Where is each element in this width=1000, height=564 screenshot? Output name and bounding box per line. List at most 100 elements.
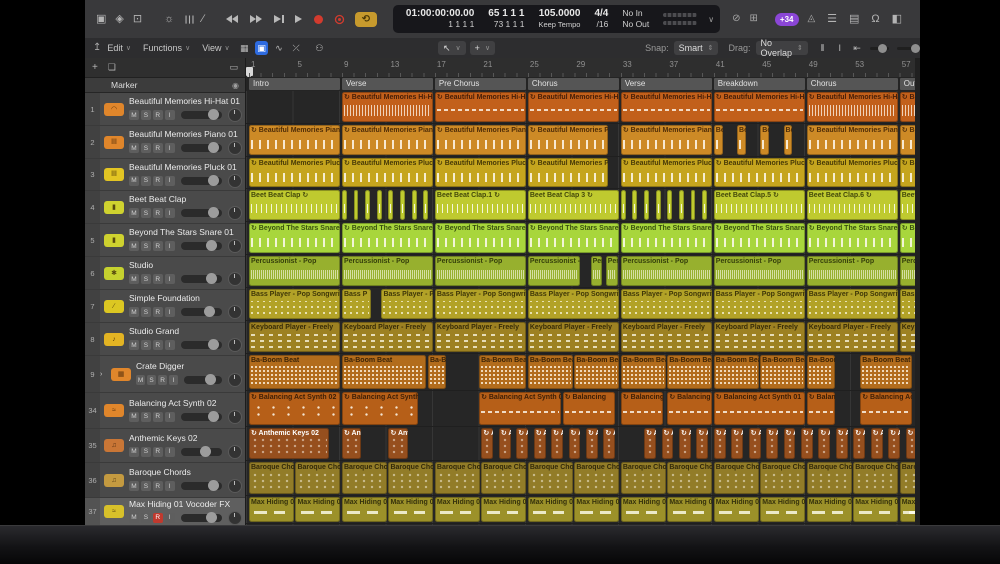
region[interactable]: Percussionist - Pop — [621, 256, 712, 286]
region[interactable]: Baroque Chords — [388, 462, 433, 494]
record-enable-button[interactable]: R — [153, 110, 163, 120]
marker-global-track[interactable]: Marker ◉ — [85, 78, 245, 93]
region[interactable] — [621, 190, 626, 220]
track-name[interactable]: Studio Grand — [129, 326, 245, 336]
region[interactable]: Keyboard Player - Freely — [342, 322, 433, 352]
arrangement-marker[interactable]: Intro — [249, 78, 340, 90]
record-enable-button[interactable]: R — [153, 208, 163, 218]
solo-button[interactable]: S — [141, 110, 151, 120]
track-header[interactable]: 3‖‖Beautiful Memories Pluck 01MSRI — [85, 159, 245, 191]
pan-knob[interactable] — [228, 445, 242, 459]
mute-button[interactable]: M — [129, 412, 139, 422]
waveform-zoom-icon[interactable]: ⦀ — [816, 41, 829, 55]
region[interactable]: Bass Player - Pop Songwriter — [807, 289, 898, 319]
volume-slider[interactable] — [181, 514, 222, 522]
region[interactable]: Max Hiding 01 V — [760, 497, 805, 522]
track-name[interactable]: Balancing Act Synth 02 — [129, 398, 245, 408]
region[interactable]: Baroque Chords — [714, 462, 759, 494]
library-icon[interactable]: ▣ — [96, 14, 106, 25]
track-lane[interactable]: ↻ Anthemic Keys 02↻ Anthe↻ Anthe↻ Anthe↻… — [246, 427, 920, 461]
region[interactable] — [342, 190, 347, 220]
track-header[interactable]: 5▮Beyond The Stars Snare 01MSRI — [85, 224, 245, 257]
duplicate-track-button[interactable]: ❏ — [108, 62, 116, 73]
sound-library-icon[interactable]: ◬ — [808, 14, 816, 24]
region[interactable]: ↻ Anthe — [603, 428, 615, 459]
vertical-zoom-slider[interactable] — [870, 47, 889, 50]
region[interactable]: Max Hiding 01 V — [574, 497, 619, 522]
region[interactable] — [354, 190, 359, 220]
region[interactable]: Percussionist - Pop — [714, 256, 805, 286]
region[interactable]: ↻ Beyond The Stars Snare 02.1 — [528, 223, 619, 253]
volume-slider[interactable] — [181, 209, 222, 217]
record-enable-button[interactable]: R — [153, 481, 163, 491]
region[interactable]: ↻ Anthe — [784, 428, 796, 459]
volume-slider[interactable] — [181, 448, 222, 456]
region[interactable]: ↻ Beautiful Memories Pluck 02.2 — [621, 158, 712, 187]
region[interactable] — [388, 190, 393, 220]
cycle-button[interactable]: ⟲ — [355, 12, 377, 27]
region[interactable]: ↻ Beyond The Stars Snare 02.2 — [621, 223, 712, 253]
record-enable-button[interactable]: R — [153, 447, 163, 457]
input-monitor-button[interactable]: I — [165, 274, 175, 284]
region[interactable] — [656, 190, 661, 220]
stop-button[interactable] — [273, 14, 284, 24]
record-enable-button[interactable]: R — [153, 241, 163, 251]
edit-menu[interactable]: Edit∨ — [107, 43, 131, 53]
solo-button[interactable]: S — [141, 513, 151, 523]
region[interactable]: ↻ Anthe — [342, 428, 361, 459]
region[interactable]: Max Hiding 01 V — [342, 497, 387, 522]
region[interactable]: ↻ Beautiful Memories Pluck 01.1 — [342, 158, 433, 187]
region[interactable]: Percussionist - Pop — [807, 256, 898, 286]
solo-button[interactable]: S — [141, 176, 151, 186]
input-monitor-button[interactable]: I — [165, 412, 175, 422]
mute-button[interactable]: M — [129, 241, 139, 251]
solo-button[interactable]: S — [141, 447, 151, 457]
mute-button[interactable]: M — [129, 110, 139, 120]
region[interactable]: Baroque Chords — [528, 462, 573, 494]
track-header-config-icon[interactable]: ▭ — [229, 62, 238, 73]
region[interactable]: Ba-Boom Beat — [667, 355, 712, 389]
input-monitor-button[interactable]: I — [165, 143, 175, 153]
track-lane[interactable]: Percussionist - PopPercussionist - PopPe… — [246, 255, 920, 288]
track-name[interactable]: Crate Digger — [136, 361, 245, 371]
record-enable-button[interactable]: R — [153, 176, 163, 186]
command-tool-menu[interactable]: +∨ — [470, 41, 495, 55]
region[interactable]: ↻ Beautiful Memories Hi-Hat 02.1 — [528, 92, 619, 122]
region[interactable] — [691, 190, 696, 220]
pan-knob[interactable] — [228, 511, 242, 525]
region[interactable]: ↻ Anthe — [662, 428, 674, 459]
horizontal-zoom-slider[interactable] — [897, 47, 916, 50]
region[interactable]: Be — [784, 125, 793, 155]
track-lane[interactable]: ↻ Beautiful Memories Pluck 01↻ Beautiful… — [246, 157, 920, 189]
region[interactable]: ↻ Beautiful Memories Piano 02 — [435, 125, 526, 155]
track-name[interactable]: Beautiful Memories Piano 01 — [129, 129, 245, 139]
region[interactable]: Be — [737, 125, 746, 155]
mute-button[interactable]: M — [129, 274, 139, 284]
track-lane[interactable]: Max Hiding 01 VMax Hiding 01 VMax Hiding… — [246, 496, 920, 524]
track-lane[interactable]: ↻ Beyond The Stars Snare 01 ∞↻ Beyond Th… — [246, 222, 920, 255]
record-enable-button[interactable]: R — [153, 412, 163, 422]
region[interactable]: ↻ Anthe — [714, 428, 726, 459]
region[interactable]: Max Hiding 01 V — [621, 497, 666, 522]
region[interactable]: ↻ Anthe — [586, 428, 598, 459]
region[interactable]: ↻ Anthe — [749, 428, 761, 459]
volume-slider[interactable] — [181, 144, 222, 152]
arrangement-marker[interactable]: Chorus — [807, 78, 898, 90]
region[interactable]: Ba-Boom Beat — [807, 355, 836, 389]
volume-slider[interactable] — [181, 275, 222, 283]
snap-select[interactable]: Smart⇕ — [674, 41, 719, 55]
region[interactable] — [702, 190, 707, 220]
solo-button[interactable]: S — [141, 307, 151, 317]
region[interactable]: ↻ Anthe — [853, 428, 865, 459]
browsers-icon[interactable]: ◧ — [892, 14, 902, 25]
region[interactable] — [667, 190, 672, 220]
quick-help-icon[interactable]: ⊡ — [133, 14, 142, 25]
arrangement-marker[interactable]: Verse — [621, 78, 712, 90]
region[interactable]: ↻ Anthe — [481, 428, 493, 459]
arrangement-marker[interactable]: Chorus — [528, 78, 619, 90]
input-monitor-button[interactable]: I — [169, 375, 178, 385]
track-header[interactable]: 2‖‖Beautiful Memories Piano 01MSRI — [85, 126, 245, 159]
region[interactable]: Keyboard Player - Freely — [807, 322, 898, 352]
record-button[interactable] — [313, 14, 324, 25]
pan-knob[interactable] — [228, 479, 242, 493]
